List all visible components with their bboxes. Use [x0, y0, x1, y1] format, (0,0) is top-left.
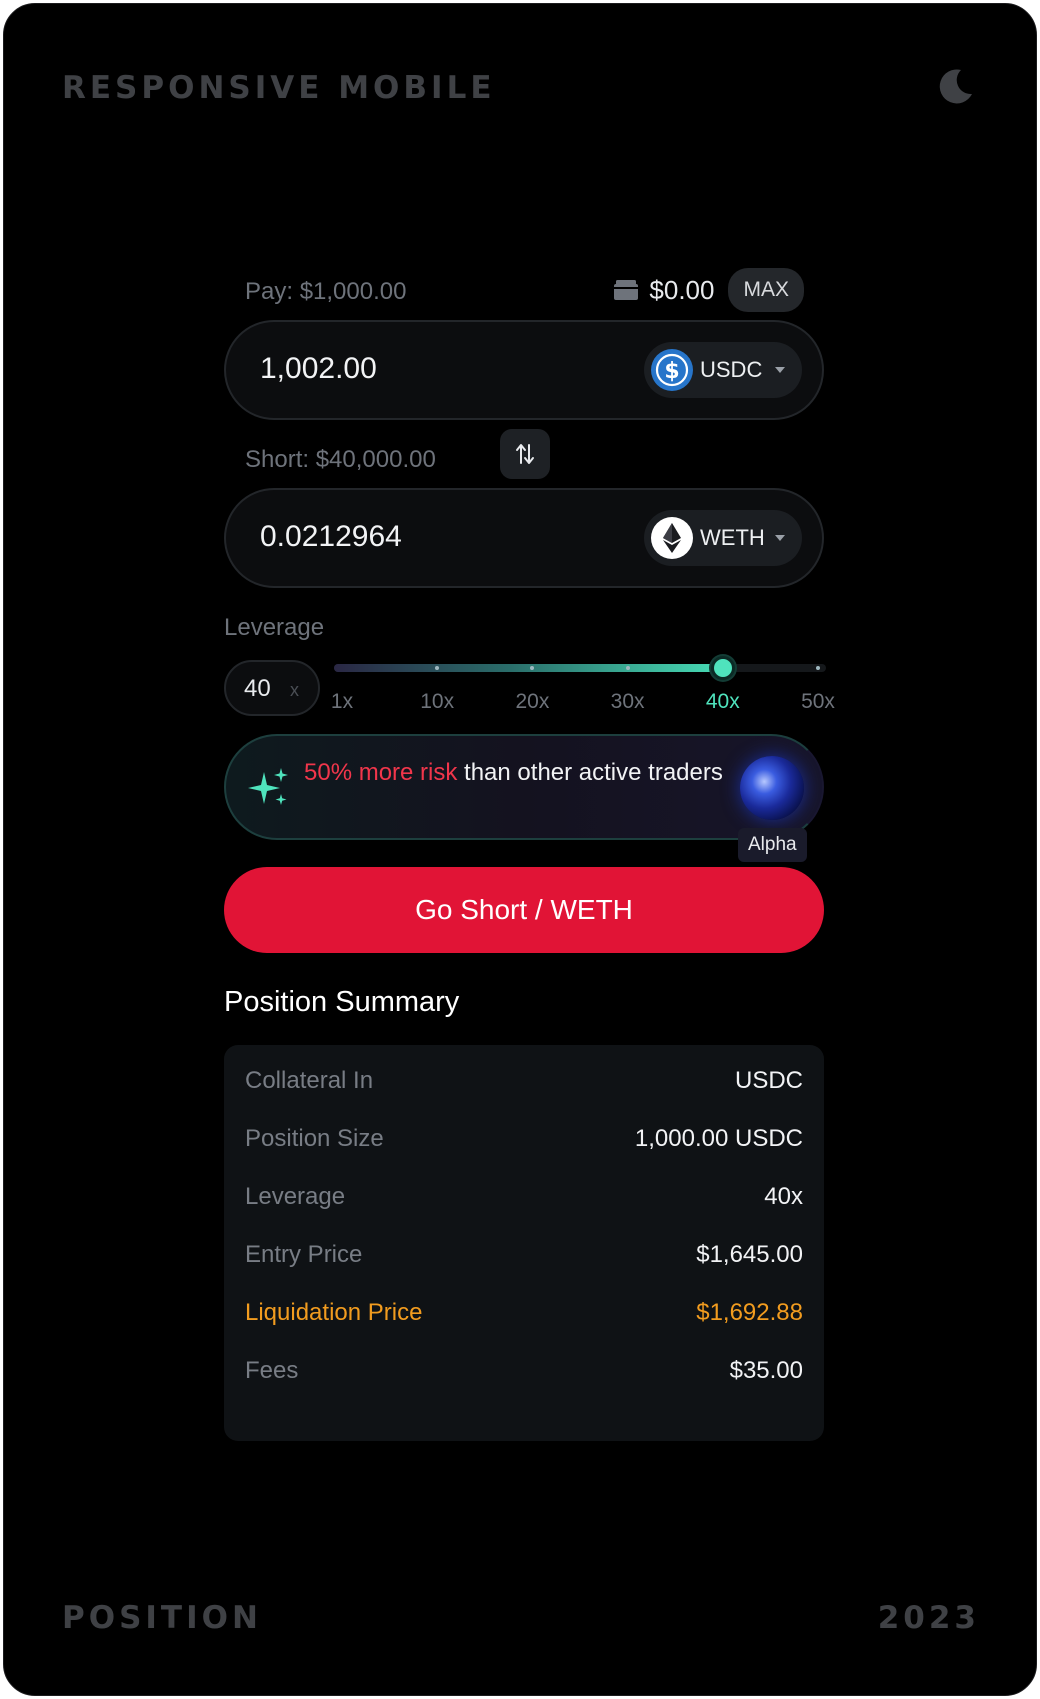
footer-year: 2023	[877, 1600, 980, 1636]
summary-row-position-size: Position Size 1,000.00 USDC	[245, 1125, 803, 1155]
svg-text:$: $	[664, 359, 679, 384]
summary-key: Entry Price	[245, 1241, 363, 1268]
balance-group: $0.00 MAX	[613, 268, 804, 312]
position-summary-table: Collateral In USDC Position Size 1,000.0…	[224, 1045, 824, 1441]
summary-row-fees: Fees $35.00	[245, 1357, 803, 1387]
summary-key: Fees	[245, 1357, 299, 1384]
short-token-selector[interactable]: WETH	[644, 510, 802, 566]
leverage-input[interactable]: 40 x	[224, 660, 320, 716]
leverage-tick-30x[interactable]: 30x	[611, 690, 645, 714]
summary-key: Collateral In	[245, 1067, 374, 1094]
leverage-tick-20x[interactable]: 20x	[515, 690, 549, 714]
short-amount-input[interactable]: 0.0212964	[260, 520, 402, 554]
leverage-tick-10x[interactable]: 10x	[420, 690, 454, 714]
usdc-token-icon: $	[651, 349, 693, 391]
swap-button[interactable]	[500, 429, 550, 479]
slider-handle[interactable]	[710, 656, 735, 680]
footer-section-label: POSITION	[62, 1600, 262, 1636]
short-label: Short: $40,000.00	[245, 446, 436, 473]
short-token-name: WETH	[700, 525, 765, 550]
leverage-tick-1x[interactable]: 1x	[331, 690, 353, 714]
leverage-tick-40x[interactable]: 40x	[706, 690, 740, 714]
position-summary-title: Position Summary	[224, 986, 460, 1018]
leverage-tick-50x[interactable]: 50x	[801, 690, 835, 714]
leverage-value[interactable]: 40	[244, 675, 271, 703]
summary-key: Position Size	[245, 1125, 384, 1152]
alpha-badge: Alpha	[738, 828, 807, 862]
clear-leverage-button[interactable]: x	[290, 680, 299, 701]
leverage-slider[interactable]: 1x 10x 20x 30x 40x 50x	[331, 654, 835, 714]
alpha-avatar[interactable]	[740, 756, 804, 820]
go-short-button[interactable]: Go Short / WETH	[224, 867, 824, 953]
summary-key: Leverage	[245, 1183, 346, 1210]
summary-value: $1,692.88	[696, 1299, 803, 1326]
sparkle-icon	[248, 768, 288, 805]
ethereum-token-icon	[651, 517, 693, 559]
pay-header: Pay: $1,000.00 $0.00 MAX	[224, 266, 824, 316]
slider-fill	[334, 664, 723, 672]
risk-message: 50% more risk than other active traders	[304, 758, 724, 787]
chevron-down-icon	[775, 535, 785, 541]
pay-amount-input[interactable]: 1,002.00	[260, 352, 377, 386]
wallet-icon	[614, 280, 639, 300]
leverage-label: Leverage	[224, 614, 325, 641]
chevron-down-icon	[775, 367, 785, 373]
summary-row-collateral: Collateral In USDC	[245, 1067, 803, 1097]
slider-step-dot	[816, 666, 820, 670]
pay-token-name: USDC	[700, 357, 763, 382]
risk-description: than other active traders	[457, 759, 723, 786]
wallet-balance: $0.00	[649, 274, 715, 305]
pay-label: Pay: $1,000.00	[245, 278, 407, 305]
short-amount-field[interactable]: 0.0212964 WETH	[224, 488, 824, 588]
pay-amount-field[interactable]: 1,002.00 $ USDC	[224, 320, 824, 420]
summary-value: 40x	[764, 1183, 803, 1210]
summary-row-liquidation-price: Liquidation Price $1,692.88	[245, 1299, 803, 1329]
pay-token-selector[interactable]: $ USDC	[644, 342, 802, 398]
app-frame: RESPONSIVE MOBILE Pay: $1,000.00 $0.00 M…	[3, 3, 1037, 1696]
slider-step-dot	[625, 666, 630, 670]
summary-row-leverage: Leverage 40x	[245, 1183, 803, 1213]
summary-value: $1,645.00	[696, 1241, 803, 1268]
summary-value: $35.00	[729, 1357, 803, 1384]
page-title: RESPONSIVE MOBILE	[62, 70, 496, 106]
summary-value: USDC	[734, 1067, 803, 1094]
summary-value: 1,000.00 USDC	[634, 1125, 803, 1152]
max-button[interactable]: MAX	[728, 268, 804, 312]
swap-arrows-icon	[516, 444, 534, 464]
moon-icon[interactable]	[936, 66, 976, 106]
summary-key: Liquidation Price	[245, 1299, 423, 1326]
risk-banner: 50% more risk than other active traders	[224, 734, 824, 840]
risk-highlight: 50% more risk	[304, 759, 458, 786]
summary-row-entry-price: Entry Price $1,645.00	[245, 1241, 803, 1271]
